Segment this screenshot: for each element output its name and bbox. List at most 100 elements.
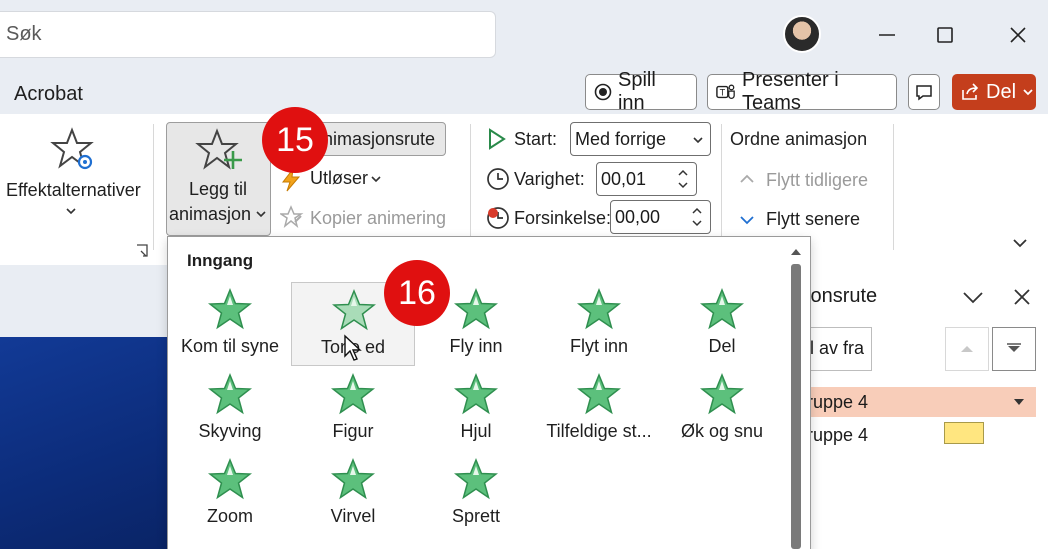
comments-button[interactable]: [908, 74, 940, 110]
add-animation-button[interactable]: Legg til animasjon: [166, 122, 271, 236]
appear-star-icon: [208, 288, 252, 330]
chevron-down-icon: [66, 208, 76, 215]
share-label: Del: [986, 80, 1017, 103]
animation-effect-label: Hjul: [460, 421, 492, 441]
animation-list-item-selected[interactable]: ruppe 4: [807, 387, 1036, 417]
animation-effect-shape[interactable]: Figur: [291, 367, 415, 451]
start-select[interactable]: Med forrige: [570, 122, 711, 156]
gallery-scrollbar[interactable]: [790, 244, 802, 549]
move-up-button[interactable]: [945, 327, 989, 371]
animation-effect-label: Figur: [332, 421, 374, 441]
delay-clock-icon: [487, 207, 509, 229]
animation-effect-grow-turn[interactable]: Øk og snu: [660, 367, 784, 451]
effect-options-button[interactable]: Effektalternativer: [0, 120, 144, 230]
ribbon-collapse-icon[interactable]: [1011, 236, 1029, 250]
scrollbar-thumb[interactable]: [791, 264, 801, 549]
animation-pane-label: nimasjonsrute: [323, 129, 436, 149]
fade-star-icon: [332, 289, 376, 331]
close-window-icon[interactable]: [1001, 18, 1035, 52]
duration-label: Varighet:: [514, 169, 585, 189]
zoom-star-icon: [208, 458, 252, 500]
animation-effect-bounce[interactable]: Sprett: [414, 452, 538, 536]
animation-item-label: ruppe 4: [807, 425, 869, 445]
delay-value: 00,00: [615, 206, 661, 227]
animation-effect-wipe[interactable]: Skyving: [168, 367, 292, 451]
share-button[interactable]: Del: [952, 74, 1036, 110]
present-teams-button[interactable]: T Presenter i Teams: [707, 69, 897, 114]
tab-acrobat[interactable]: Acrobat: [14, 83, 83, 106]
ribbon-separator: [153, 124, 154, 250]
item-dropdown-icon[interactable]: [1012, 397, 1026, 407]
chevron-down-icon: [740, 216, 754, 225]
reorder-title: Ordne animasjon: [730, 129, 868, 149]
move-down-button[interactable]: [992, 327, 1036, 371]
record-label: Spill inn: [617, 69, 656, 114]
add-animation-label-1: Legg til: [189, 179, 248, 199]
dialog-launcher-icon[interactable]: [135, 243, 149, 257]
chevron-down-icon: [693, 137, 703, 144]
animation-effect-random-bars[interactable]: Tilfeldige st...: [537, 367, 661, 451]
scroll-up-icon[interactable]: [790, 244, 802, 260]
search-input[interactable]: Søk: [6, 23, 42, 46]
present-teams-label: Presenter i Teams: [741, 69, 839, 114]
move-later-button[interactable]: Flytt senere: [736, 207, 886, 233]
animation-pane: sjonsrute l av fra ruppe 4 ruppe 4: [796, 265, 1048, 549]
svg-text:T: T: [720, 88, 726, 98]
copy-animation-label: Kopier animering: [310, 208, 447, 228]
animation-effect-split[interactable]: Del: [660, 282, 784, 366]
ribbon-separator: [721, 124, 722, 250]
start-label: Start:: [514, 129, 558, 149]
duration-value: 00,01: [601, 168, 647, 189]
delay-spinner[interactable]: 00,00: [610, 200, 711, 234]
animation-effect-float-in[interactable]: Flyt inn: [537, 282, 661, 366]
clock-icon: [487, 168, 509, 190]
copy-animation-button[interactable]: Kopier animering: [280, 203, 450, 233]
ribbon-separator: [470, 124, 471, 250]
slide-canvas[interactable]: [0, 337, 168, 549]
record-icon: [594, 83, 612, 101]
chevron-down-icon: [371, 176, 381, 183]
spinner-arrows-icon[interactable]: [691, 204, 703, 230]
share-icon: [962, 83, 979, 100]
comment-icon: [916, 85, 932, 101]
animation-effect-appear[interactable]: Kom til syne: [168, 282, 292, 366]
record-button[interactable]: Spill inn: [585, 69, 697, 114]
effect-options-icon: [50, 127, 94, 170]
close-pane-icon[interactable]: [1010, 285, 1034, 309]
animation-effect-swivel[interactable]: Virvel: [291, 452, 415, 536]
start-value: Med forrige: [575, 128, 667, 149]
maximize-icon[interactable]: [928, 18, 962, 52]
play-icon: [489, 128, 506, 150]
float-in-star-icon: [577, 288, 621, 330]
spinner-arrows-icon[interactable]: [677, 166, 689, 192]
wipe-star-icon: [208, 373, 252, 415]
move-earlier-label: Flytt tidligere: [766, 170, 869, 190]
gallery-section-title: Inngang: [187, 251, 254, 270]
animation-effect-zoom[interactable]: Zoom: [168, 452, 292, 536]
animation-effect-label: Flyt inn: [569, 336, 629, 356]
animation-list-item[interactable]: ruppe 4: [807, 420, 1036, 450]
triangle-down-icon: [1007, 343, 1021, 352]
bounce-star-icon: [454, 458, 498, 500]
duration-spinner[interactable]: 00,01: [596, 162, 697, 196]
pane-options-icon[interactable]: [960, 287, 986, 307]
effect-options-label: Effektalternativer: [6, 180, 141, 200]
wheel-star-icon: [454, 373, 498, 415]
animation-effect-label: Tilfeldige st...: [546, 421, 652, 441]
chevron-down-icon: [1023, 89, 1033, 96]
fly-in-star-icon: [454, 288, 498, 330]
search-box[interactable]: Søk: [0, 11, 496, 58]
minimize-icon[interactable]: [870, 18, 904, 52]
teams-icon: T: [716, 84, 735, 99]
user-avatar[interactable]: [783, 15, 821, 53]
trigger-label: Utløser: [310, 168, 368, 188]
animation-effect-label: Skyving: [198, 421, 262, 441]
animation-effect-label: Sprett: [451, 506, 501, 526]
animation-effect-wheel[interactable]: Hjul: [414, 367, 538, 451]
swivel-star-icon: [331, 458, 375, 500]
move-later-label: Flytt senere: [766, 209, 861, 229]
move-earlier-button[interactable]: Flytt tidligere: [736, 168, 886, 194]
random-bars-star-icon: [577, 373, 621, 415]
workspace-background: [0, 265, 168, 337]
grow-turn-star-icon: [700, 373, 744, 415]
